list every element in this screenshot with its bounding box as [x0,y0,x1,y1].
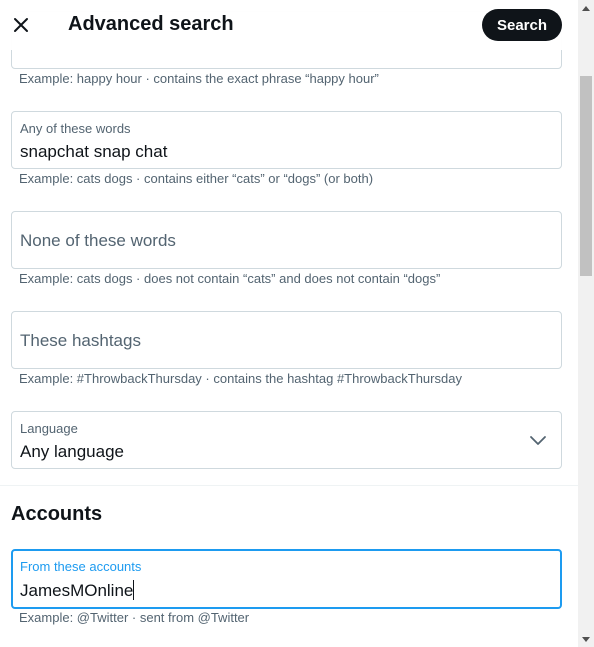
hashtags-placeholder: These hashtags [20,331,141,350]
scroll-up-button[interactable] [578,0,594,16]
any-words-label: Any of these words [20,121,131,136]
accounts-section-title: Accounts [11,503,103,525]
close-icon [14,18,28,32]
arrow-down-icon [582,636,590,642]
from-accounts-value: JamesMOnline [20,580,135,601]
hashtags-field[interactable]: These hashtags [11,311,562,369]
none-words-field[interactable]: None of these words [11,211,562,269]
page-title: Advanced search [68,13,234,35]
language-select[interactable]: Language Any language [11,411,562,469]
scroll-down-button[interactable] [578,631,594,647]
from-accounts-label: From these accounts [20,559,142,574]
language-value: Any language [20,442,124,461]
arrow-up-icon [582,5,590,11]
from-accounts-hint: Example: @Twitter · sent from @Twitter [19,610,250,625]
from-accounts-field[interactable]: From these accounts JamesMOnline [11,549,562,609]
search-button[interactable]: Search [482,9,562,41]
none-words-placeholder: None of these words [20,231,176,250]
none-words-hint: Example: cats dogs · does not contain “c… [19,271,441,286]
dialog-header: Advanced search Search [0,0,578,50]
from-accounts-text: JamesMOnline [20,581,134,600]
language-label: Language [20,421,78,436]
any-words-hint: Example: cats dogs · contains either “ca… [19,171,374,186]
text-caret [133,580,135,600]
close-button[interactable] [8,9,34,41]
section-divider [0,485,578,486]
vertical-scrollbar[interactable] [578,0,594,647]
hashtags-hint: Example: #ThrowbackThursday · contains t… [19,371,462,386]
chevron-down-icon [530,436,546,445]
exact-phrase-hint: Example: happy hour · contains the exact… [19,71,379,86]
any-words-field[interactable]: Any of these words snapchat snap chat [11,111,562,169]
any-words-value: snapchat snap chat [20,142,168,161]
advanced-search-dialog: Advanced search Search Example: happy ho… [0,0,578,647]
scrollbar-thumb[interactable] [580,76,592,276]
